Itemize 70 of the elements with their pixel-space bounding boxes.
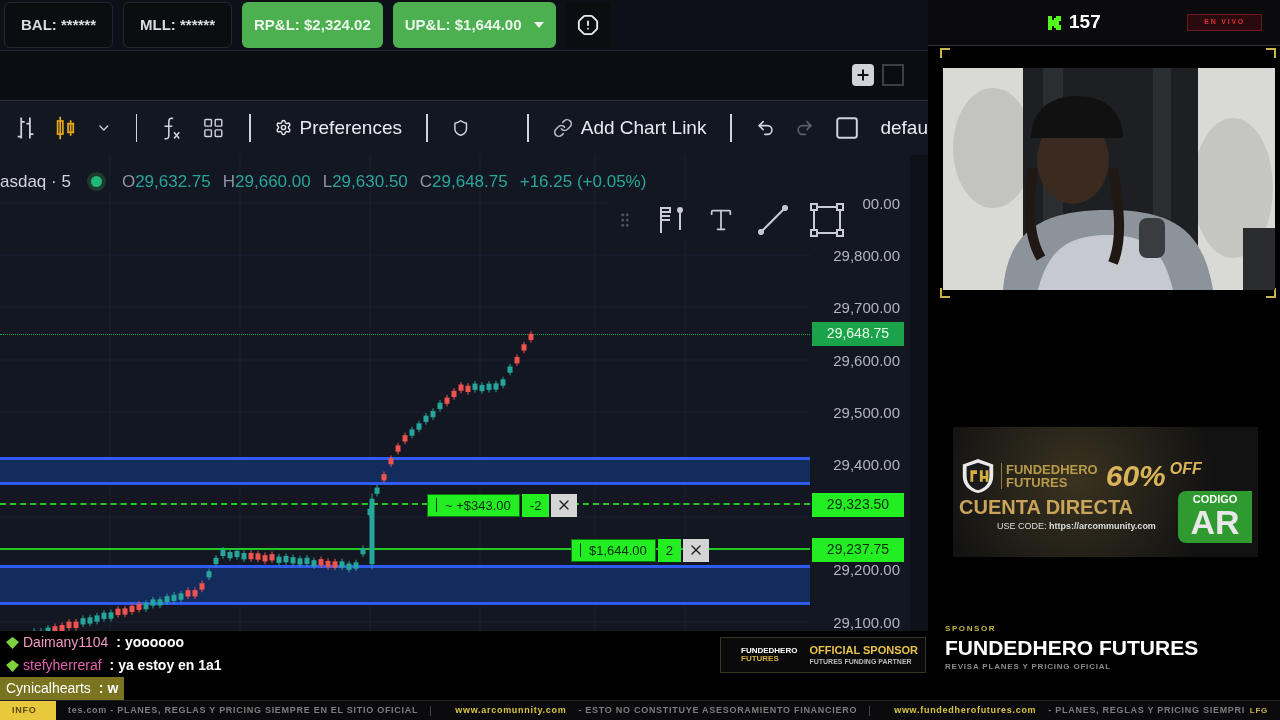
ohlc-value: O29,632.75 bbox=[121, 170, 211, 193]
price-tag: 29,323.50 bbox=[812, 492, 904, 517]
account-field: BAL: ****** bbox=[4, 1, 113, 48]
ohlc-value: C29,648.75 bbox=[419, 170, 508, 193]
kick-logo-icon bbox=[1048, 15, 1061, 30]
ticker-link[interactable]: www.fundedherofutures.com bbox=[894, 703, 1037, 718]
logo-text: FUNDEDHERO bbox=[741, 647, 798, 655]
logo-text: FUTURES bbox=[741, 655, 780, 663]
sponsor-name: FUNDEDHERO FUTURES bbox=[945, 635, 1200, 661]
price-tag: 29,648.75 bbox=[812, 321, 904, 346]
ohlc-value: H29,660.00 bbox=[222, 170, 311, 193]
price-axis-label: 29,100.00 bbox=[833, 612, 900, 631]
rectangle-tool-icon[interactable] bbox=[810, 202, 844, 237]
ad-headline: CUENTA DIRECTA bbox=[959, 495, 1135, 520]
gem-icon bbox=[6, 659, 19, 672]
ad-discount: 60% bbox=[1105, 461, 1166, 491]
account-field: MLL: ****** bbox=[123, 1, 233, 48]
caret-icon bbox=[533, 21, 544, 28]
layout-name[interactable]: defau bbox=[880, 113, 928, 143]
price-axis-label: 29,800.00 bbox=[833, 245, 900, 266]
link-icon bbox=[552, 117, 573, 138]
chat-username[interactable]: Cynicalhearts bbox=[6, 678, 91, 699]
order-quantity: 2 bbox=[657, 538, 682, 562]
add-button[interactable] bbox=[852, 64, 874, 87]
price-axis-label: 29,700.00 bbox=[833, 297, 900, 318]
chat-message: : w bbox=[98, 679, 119, 698]
ticker-text: - ESTO NO CONSTITUYE ASESORAMIENTO FINANCIERO bbox=[578, 703, 858, 717]
gear-icon bbox=[274, 119, 292, 137]
alert-button[interactable] bbox=[565, 1, 610, 48]
sponsor-label: SPONSOR bbox=[945, 623, 998, 635]
add-chart-link-button[interactable]: Add Chart Link bbox=[552, 113, 707, 143]
order-pnl-label[interactable]: $1,644.00 bbox=[571, 538, 656, 562]
code-badge: CODIGO AR bbox=[1178, 491, 1252, 543]
viewer-count: 157 bbox=[1069, 10, 1101, 35]
price-axis-label: 29,200.00 bbox=[833, 559, 900, 580]
ad-discount-off: OFF bbox=[1169, 459, 1202, 479]
sponsor-title: OFFICIAL SPONSOR bbox=[809, 643, 919, 658]
price-axis-label: 29,400.00 bbox=[833, 454, 900, 475]
ticker-text: tes.com - PLANES, REGLAS Y PRICING SIEMPRE EN EL SITIO OFICIAL bbox=[68, 703, 419, 717]
ad-code-text: USE CODE: https://arcommunity.com bbox=[997, 520, 1156, 533]
ad-brand: FUTURES bbox=[1006, 476, 1069, 489]
chat-message: : yoooooo bbox=[116, 633, 184, 652]
frame-corner bbox=[940, 48, 950, 58]
sponsor-tagline: REVISA PLANES Y PRICING OFICIAL bbox=[945, 661, 1112, 674]
price-change: +16.25 (+0.05%) bbox=[519, 170, 647, 193]
close-button[interactable] bbox=[683, 538, 710, 562]
order-pnl-label[interactable]: ~ +$343.00 bbox=[427, 493, 520, 517]
shield-icon[interactable] bbox=[451, 117, 470, 138]
ticker-end-label: LFG bbox=[1249, 704, 1268, 717]
price-axis-label: 29,600.00 bbox=[833, 350, 900, 371]
price-axis-label: 29,500.00 bbox=[833, 402, 900, 423]
order-quantity: -2 bbox=[521, 493, 550, 517]
gem-icon bbox=[6, 636, 19, 649]
ohlc-value: L29,630.50 bbox=[322, 170, 408, 193]
ticker-text: - PLANES, REGLAS Y PRICING SIEMPRI bbox=[1048, 703, 1246, 717]
price-axis-label: 00.00 bbox=[862, 193, 900, 214]
preferences-button[interactable]: Preferences bbox=[274, 113, 402, 143]
ticker-link[interactable]: www.arcomunnity.com bbox=[455, 703, 567, 718]
chat-username[interactable]: stefyherreraf bbox=[23, 655, 102, 676]
chat-username[interactable]: Daimany1104 bbox=[23, 632, 109, 653]
info-label: INFO bbox=[0, 701, 56, 720]
frame-corner bbox=[1266, 48, 1276, 58]
close-button[interactable] bbox=[551, 493, 578, 517]
line-tool-icon[interactable] bbox=[756, 203, 789, 236]
symbol-label: asdaq · 5 bbox=[0, 170, 71, 193]
chart-scrollbar[interactable] bbox=[910, 154, 928, 631]
price-tag: 29,237.75 bbox=[812, 537, 904, 562]
ad-brand: FUNDEDHERO bbox=[1006, 463, 1098, 476]
chat-message: : ya estoy en 1a1 bbox=[109, 656, 222, 675]
alert-icon bbox=[576, 13, 599, 36]
